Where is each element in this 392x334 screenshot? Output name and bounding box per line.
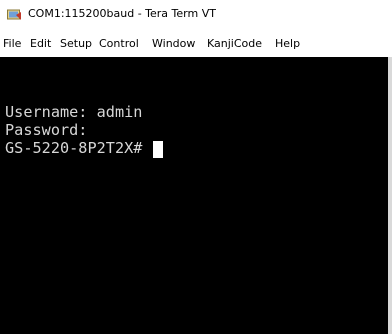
terminal-line-username: Username: admin xyxy=(5,103,143,121)
menu-setup[interactable]: Setup xyxy=(60,37,92,50)
menu-kanjicode[interactable]: KanjiCode xyxy=(207,37,262,50)
menu-edit[interactable]: Edit xyxy=(30,37,51,50)
terminal-line-prompt: GS-5220-8P2T2X# xyxy=(5,139,152,157)
menu-control[interactable]: Control xyxy=(99,37,139,50)
terminal-cursor xyxy=(153,141,163,158)
terminal-screen[interactable]: Username: admin Password: GS-5220-8P2T2X… xyxy=(0,57,392,334)
title-bar[interactable]: COM1:115200baud - Tera Term VT xyxy=(0,0,392,30)
menu-help[interactable]: Help xyxy=(275,37,300,50)
menu-window[interactable]: Window xyxy=(152,37,195,50)
tera-term-window: COM1:115200baud - Tera Term VT File Edit… xyxy=(0,0,392,334)
terminal-line-password: Password: xyxy=(5,121,88,139)
menu-file[interactable]: File xyxy=(3,37,21,50)
menu-bar: File Edit Setup Control Window KanjiCode… xyxy=(0,30,392,56)
window-title: COM1:115200baud - Tera Term VT xyxy=(28,7,216,20)
tera-term-app-icon xyxy=(7,9,21,20)
